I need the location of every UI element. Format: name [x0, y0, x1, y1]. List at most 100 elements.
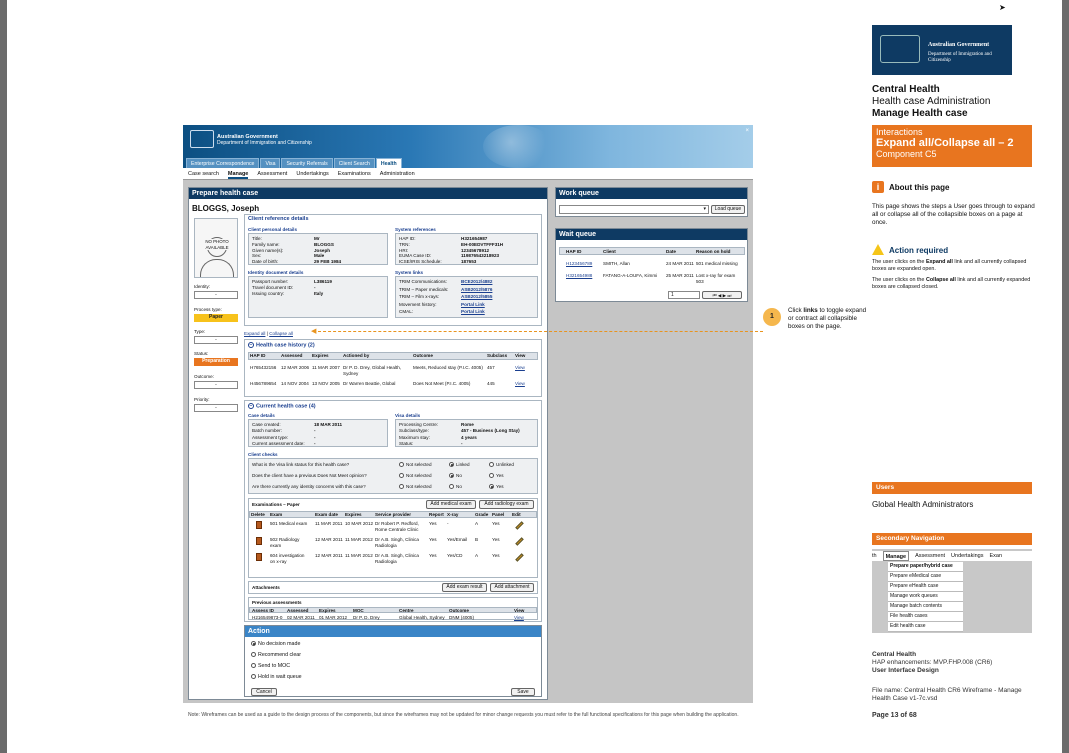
- action-required-1: The user clicks on the Expand all link a…: [872, 259, 1037, 272]
- collapse-all-link[interactable]: Collapse all: [269, 331, 293, 336]
- exam-cell: Dr A.B. Singh, Clinica Radiologia: [375, 537, 419, 548]
- tab-health[interactable]: Health: [375, 158, 402, 168]
- kv-value: 119876543218923: [461, 253, 500, 259]
- tab-visa[interactable]: Visa: [260, 158, 281, 168]
- sec-menu-item: Prepare paper/hybrid case: [888, 562, 963, 572]
- hap-id-link[interactable]: H123456789: [566, 261, 592, 267]
- radio-button[interactable]: [399, 473, 404, 479]
- load-queue-button[interactable]: Load queue: [711, 205, 745, 214]
- delete-bin-icon[interactable]: [256, 537, 262, 545]
- kv-label: Issuing country:: [252, 290, 285, 296]
- radio-button[interactable]: [489, 462, 494, 468]
- close-icon[interactable]: ×: [745, 128, 749, 134]
- edit-pencil-icon[interactable]: [515, 537, 524, 546]
- radio-button[interactable]: [449, 473, 454, 479]
- kv-value: 187653: [461, 259, 477, 265]
- kv-value[interactable]: BCE2012/4882: [461, 279, 492, 285]
- action-option[interactable]: Send to MOC: [251, 663, 290, 669]
- kv-label: Status:: [399, 440, 414, 446]
- work-queue-select[interactable]: ▾: [559, 205, 709, 214]
- kv-value[interactable]: ASB2012/5876: [461, 287, 492, 293]
- check-option[interactable]: No: [449, 484, 462, 490]
- add-attachment-button[interactable]: Add attachment: [490, 583, 534, 592]
- kv-value[interactable]: Portal Link: [461, 309, 485, 315]
- radio-button[interactable]: [251, 641, 256, 646]
- subnav-examinations[interactable]: Examinations: [338, 168, 371, 179]
- add-medical-exam-button[interactable]: Add medical exam: [426, 500, 476, 509]
- wait-cell: FATANG-A-LOUFA, Kimmi: [603, 273, 658, 278]
- check-option[interactable]: Not selected: [399, 473, 432, 479]
- subnav-undertakings[interactable]: Undertakings: [296, 168, 328, 179]
- kv-value[interactable]: ASB2012/5855: [461, 294, 492, 300]
- action-option[interactable]: Hold in wait queue: [251, 674, 302, 680]
- tab-enterprise[interactable]: Enterprise Correspondence: [186, 158, 260, 168]
- case-details-box: Case created: 18 MAR 2011 Batch number: - As…: [248, 419, 388, 447]
- about-title: About this page: [889, 183, 950, 192]
- save-button[interactable]: Save: [511, 688, 535, 696]
- subnav-assessment[interactable]: Assessment: [257, 168, 287, 179]
- subnav-administration[interactable]: Administration: [380, 168, 415, 179]
- radio-button[interactable]: [251, 674, 256, 679]
- tab-client-search[interactable]: Client Search: [333, 158, 375, 168]
- pager-buttons[interactable]: ⏮ ◀ ▶ ⏭: [702, 291, 742, 299]
- kv-value: -: [314, 434, 316, 440]
- check-option[interactable]: Not selected: [399, 462, 432, 468]
- view-link[interactable]: View: [515, 381, 525, 387]
- radio-button[interactable]: [399, 462, 404, 468]
- radio-button[interactable]: [399, 484, 404, 490]
- delete-bin-icon[interactable]: [256, 553, 262, 561]
- outcome-field[interactable]: -: [194, 381, 238, 389]
- history-cell: H456789654: [250, 381, 277, 386]
- collapse-icon[interactable]: −: [248, 342, 254, 348]
- system-links-title: System links: [395, 270, 424, 275]
- collapse-icon[interactable]: −: [248, 403, 254, 409]
- tab-security[interactable]: Security Referrals: [281, 158, 333, 168]
- right-titles: Central Health Health case Administratio…: [872, 84, 990, 120]
- add-exam-result-button[interactable]: Add exam result: [442, 583, 487, 592]
- kv-label: Sex:: [252, 253, 262, 259]
- check-option[interactable]: Linked: [449, 462, 470, 468]
- hap-id-link[interactable]: H321654988: [566, 273, 592, 279]
- radio-button[interactable]: [449, 462, 454, 468]
- subnav-case-search[interactable]: Case search: [188, 168, 219, 179]
- check-option[interactable]: Yes: [489, 473, 504, 479]
- kv-label: Case created:: [252, 422, 281, 427]
- prev-col-header: Centre: [399, 608, 414, 613]
- kv-value: L386119: [314, 279, 332, 284]
- history-cell: Dr Warren Beattie, Global: [343, 381, 396, 386]
- delete-bin-icon[interactable]: [256, 521, 262, 529]
- action-option[interactable]: No decision made: [251, 641, 300, 647]
- history-cell: 14 NOV 2004: [281, 381, 309, 386]
- history-col-header: Expires: [312, 353, 329, 358]
- exam-cell: A: [475, 553, 479, 558]
- radio-button[interactable]: [449, 484, 454, 490]
- kv-value[interactable]: Portal Link: [461, 302, 485, 308]
- exam-cell: Yes: [492, 553, 500, 558]
- view-link[interactable]: View: [515, 365, 525, 371]
- subnav-manage[interactable]: Manage: [227, 168, 249, 179]
- radio-button[interactable]: [489, 484, 494, 490]
- view-link[interactable]: View: [514, 615, 524, 621]
- page-select[interactable]: 1: [668, 291, 700, 299]
- kv-label: Passport number:: [252, 279, 289, 284]
- action-option[interactable]: Recommend clear: [251, 652, 301, 658]
- radio-button[interactable]: [251, 652, 256, 657]
- sec-tab-exam: Exan: [989, 553, 1003, 559]
- check-option[interactable]: No: [449, 473, 462, 479]
- add-radiology-exam-button[interactable]: Add radiology exam: [479, 500, 534, 509]
- check-option[interactable]: Unlinked: [489, 462, 514, 468]
- priority-field[interactable]: -: [194, 404, 238, 412]
- identity-field[interactable]: -: [194, 291, 238, 299]
- radio-button[interactable]: [251, 663, 256, 668]
- check-option[interactable]: Yes: [489, 484, 504, 490]
- cancel-button[interactable]: Cancel: [251, 688, 277, 696]
- radio-button[interactable]: [489, 473, 494, 479]
- kv-label: Family name:: [252, 241, 280, 247]
- edit-pencil-icon[interactable]: [515, 553, 524, 562]
- check-option[interactable]: Not selected: [399, 484, 432, 490]
- type-field[interactable]: -: [194, 336, 238, 344]
- edit-pencil-icon[interactable]: [515, 521, 524, 530]
- wireframe-page: Australian Government Department of Immig…: [7, 0, 1062, 753]
- mouse-cursor-icon: ➤: [999, 3, 1006, 12]
- expand-all-link[interactable]: Expand all: [244, 331, 265, 336]
